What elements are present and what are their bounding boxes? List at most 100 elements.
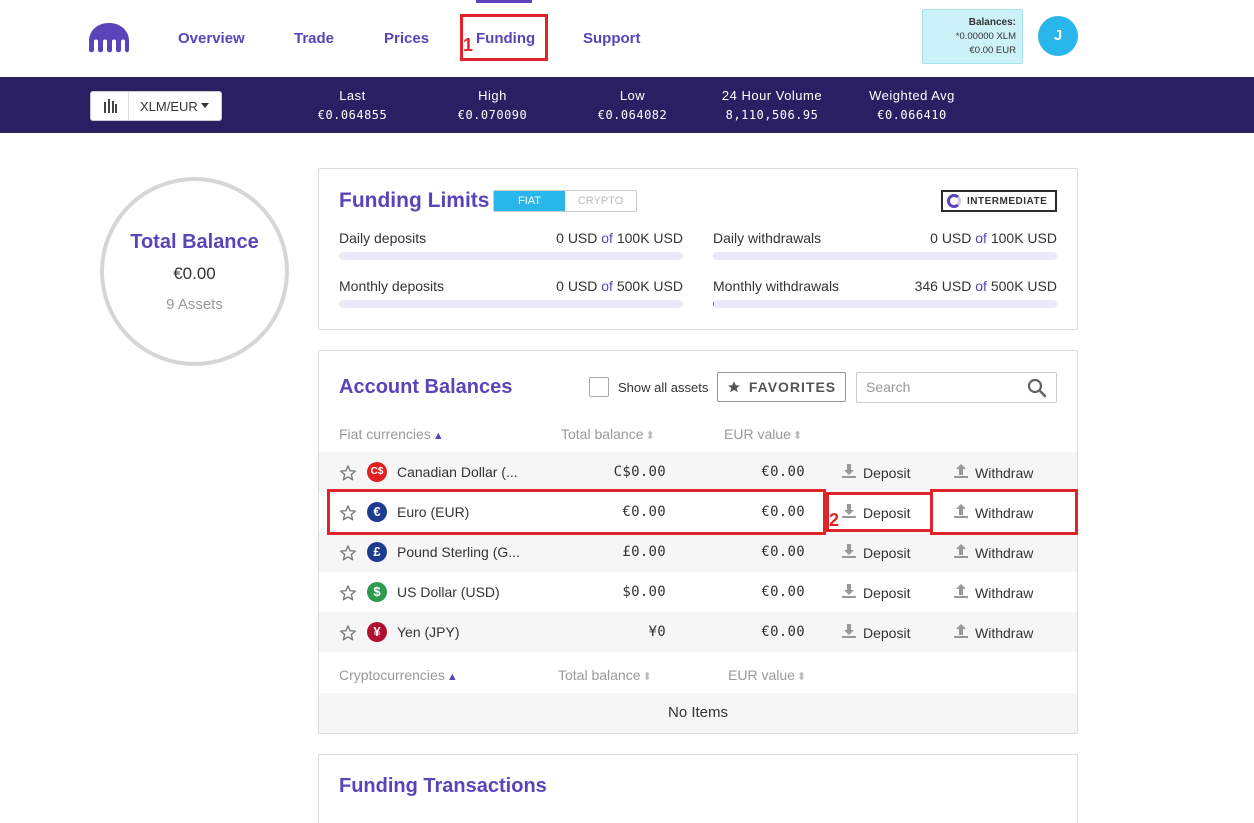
currency-icon: C$ (367, 462, 387, 482)
balances-xlm: *0.00000 XLM (955, 31, 1016, 42)
favorite-star-icon[interactable] (339, 544, 357, 567)
deposit-label: Deposit (863, 544, 911, 561)
limit-label: Monthly withdrawals (713, 278, 840, 294)
currency-eur-value: €0.00 (761, 464, 805, 480)
withdraw-button[interactable]: Withdraw (953, 623, 1033, 642)
nav-prices[interactable]: Prices (384, 30, 429, 47)
table-row: $ US Dollar (USD) $0.00 €0.00 Deposit Withdra… (319, 572, 1077, 612)
verification-level-badge[interactable]: INTERMEDIATE (941, 190, 1057, 212)
col-total-balance[interactable]: Total balance ⬍ (561, 426, 655, 442)
withdraw-label: Withdraw (975, 624, 1034, 641)
deposit-button[interactable]: Deposit (841, 463, 910, 482)
col-eur-value[interactable]: EUR value ⬍ (728, 667, 806, 683)
nav-support[interactable]: Support (583, 30, 641, 47)
limit-label: Monthly deposits (339, 278, 445, 294)
user-avatar[interactable]: J (1038, 16, 1078, 56)
withdraw-label: Withdraw (975, 464, 1034, 481)
annotation-box-deposit (826, 492, 933, 532)
currency-total-balance: $0.00 (622, 584, 666, 600)
withdraw-icon (953, 623, 975, 642)
col-total-balance[interactable]: Total balance ⬍ (558, 667, 652, 683)
stat-label: Last (339, 88, 366, 103)
of-word: of (975, 230, 987, 246)
table-row: £ Pound Sterling (G... £0.00 €0.00 Deposit Wi… (319, 532, 1077, 572)
stat-label: Weighted Avg (869, 88, 955, 103)
favorite-star-icon[interactable] (339, 624, 357, 647)
deposit-button[interactable]: Deposit (841, 583, 910, 602)
deposit-label: Deposit (863, 584, 911, 601)
level-progress-icon (947, 194, 961, 208)
withdraw-button[interactable]: Withdraw (953, 583, 1033, 602)
pair-selector[interactable]: XLM/EUR (90, 91, 222, 121)
col-fiat-currencies[interactable]: Fiat currencies ▲ (339, 426, 444, 442)
limit-progress-bar (713, 300, 1057, 308)
stat-high: High €0.070090 (450, 88, 535, 122)
limit-value: 0 USD of 100K USD (513, 230, 683, 246)
annotation-box-withdraw (930, 489, 1078, 535)
annotation-number: 1 (463, 35, 474, 55)
show-all-assets-label: Show all assets (618, 380, 709, 395)
currency-total-balance: C$0.00 (613, 464, 666, 480)
tab-fiat[interactable]: FIAT (494, 191, 565, 211)
show-all-assets-checkbox[interactable] (589, 377, 609, 397)
deposit-button[interactable]: Deposit (841, 543, 910, 562)
withdraw-label: Withdraw (975, 544, 1034, 561)
stat-low: Low €0.064082 (590, 88, 675, 122)
withdraw-icon (953, 583, 975, 602)
favorites-button[interactable]: FAVORITES (717, 372, 846, 402)
search-placeholder: Search (866, 379, 911, 395)
kraken-logo-icon[interactable] (88, 22, 130, 54)
currency-icon: $ (367, 582, 387, 602)
stat-value: €0.070090 (457, 108, 528, 122)
caret-down-icon (200, 103, 209, 108)
limit-max: 100K USD (616, 230, 683, 246)
withdraw-icon (953, 543, 975, 562)
sort-icon: ⬍ (645, 430, 655, 442)
balances-summary[interactable]: Balances: *0.00000 XLM €0.00 EUR (922, 9, 1023, 64)
favorite-star-icon[interactable] (339, 464, 357, 487)
nav-overview[interactable]: Overview (178, 30, 245, 47)
limit-used: 0 USD (556, 230, 598, 246)
annotation-box-funding (460, 14, 548, 61)
search-icon[interactable] (1027, 378, 1047, 398)
limit-progress-bar (339, 300, 683, 308)
deposit-button[interactable]: Deposit (841, 623, 910, 642)
currency-name: Canadian Dollar (... (397, 464, 518, 480)
withdraw-button[interactable]: Withdraw (953, 543, 1033, 562)
withdraw-button[interactable]: Withdraw (953, 463, 1033, 482)
col-label: Cryptocurrencies (339, 667, 445, 683)
table-row: C$ Canadian Dollar (... C$0.00 €0.00 Deposit… (319, 452, 1077, 492)
stat-label: High (478, 88, 507, 103)
currency-name: US Dollar (USD) (397, 584, 500, 600)
stat-value: €0.064855 (317, 108, 388, 122)
col-label: Fiat currencies (339, 426, 431, 442)
favorite-star-icon[interactable] (339, 584, 357, 607)
deposit-icon (841, 583, 863, 602)
sort-icon: ⬍ (792, 430, 803, 442)
balances-title: Balances: (968, 17, 1016, 28)
total-balance-title: Total Balance (130, 231, 259, 253)
fiat-crypto-toggle: FIAT CRYPTO (493, 190, 637, 212)
nav-trade[interactable]: Trade (294, 30, 334, 47)
deposit-label: Deposit (863, 624, 911, 641)
funding-transactions-title: Funding Transactions (339, 775, 547, 797)
limit-progress-bar (713, 252, 1057, 260)
funding-limits-panel: Funding Limits FIAT CRYPTO INTERMEDIATE … (318, 168, 1078, 330)
currency-name: Pound Sterling (G... (397, 544, 520, 560)
limit-value: 0 USD of 100K USD (887, 230, 1057, 246)
total-balance-assets: 9 Assets (166, 296, 223, 313)
limit-label: Daily deposits (339, 230, 427, 246)
sort-icon: ⬍ (796, 671, 807, 683)
stat-last: Last €0.064855 (310, 88, 395, 122)
balances-eur: €0.00 EUR (969, 45, 1016, 56)
star-icon (728, 381, 740, 393)
col-cryptocurrencies[interactable]: Cryptocurrencies ▲ (339, 667, 458, 683)
tab-crypto[interactable]: CRYPTO (565, 191, 636, 211)
search-input[interactable]: Search (856, 372, 1057, 403)
col-eur-value[interactable]: EUR value ⬍ (724, 426, 802, 442)
level-label: INTERMEDIATE (967, 195, 1048, 207)
account-balances-title: Account Balances (339, 376, 513, 398)
total-balance-circle: Total Balance €0.00 9 Assets (100, 177, 289, 366)
account-balances-panel: Account Balances Show all assets FAVORIT… (318, 350, 1078, 734)
limit-progress-bar (339, 252, 683, 260)
